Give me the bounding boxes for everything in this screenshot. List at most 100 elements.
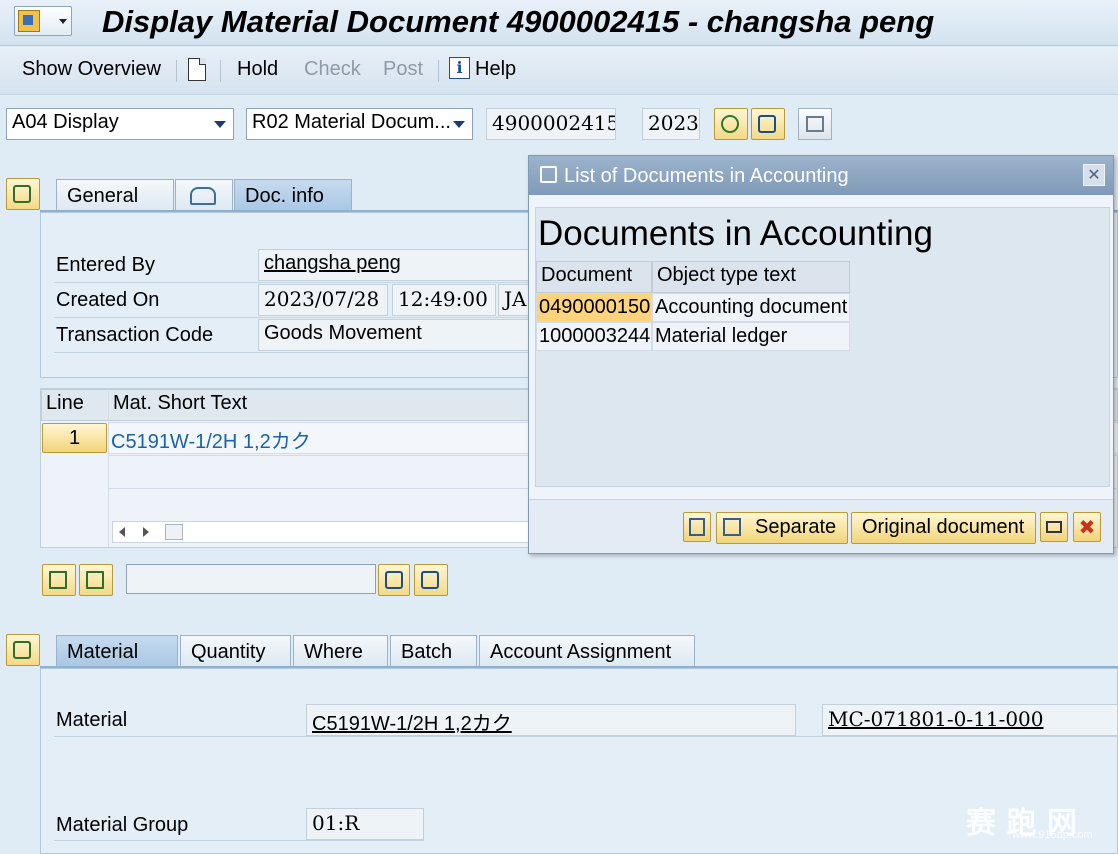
created-on-label: Created On	[56, 289, 160, 311]
tab-partners[interactable]	[175, 179, 233, 211]
watermark-url: www.915ap.com	[1012, 829, 1093, 841]
execute-button[interactable]	[714, 108, 748, 140]
material-value: C5191W-1/2H 1,2カク	[312, 713, 512, 735]
material-field[interactable]: C5191W-1/2H 1,2カク	[306, 704, 796, 736]
toolbar-separator	[438, 60, 439, 82]
document-year-field[interactable]: 2023	[642, 108, 700, 140]
system-menu-icon	[18, 10, 40, 32]
row-divider	[54, 317, 530, 318]
binoculars-icon	[758, 115, 776, 133]
column-divider	[108, 389, 109, 547]
hold-button[interactable]: Hold	[237, 58, 278, 81]
object-type-cell[interactable]: Material ledger	[652, 322, 850, 351]
document-cell[interactable]: 1000003244	[536, 322, 652, 351]
transaction-code-field[interactable]: Goods Movement	[258, 319, 530, 351]
created-time-field[interactable]: 12:49:00	[392, 284, 496, 316]
tab-account-assignment-label: Account Assignment	[490, 641, 672, 663]
application-toolbar	[0, 47, 1118, 95]
magnifier-icon	[689, 518, 705, 536]
scroll-thumb[interactable]	[165, 524, 183, 540]
material-group-field[interactable]: 01:R	[306, 808, 424, 840]
object-type-cell[interactable]: Accounting document	[652, 293, 850, 322]
printer-icon	[1046, 521, 1062, 533]
scroll-right-icon[interactable]	[143, 527, 149, 537]
new-document-icon[interactable]	[188, 58, 206, 81]
toolbar-separator	[220, 60, 221, 82]
filter-button[interactable]	[79, 564, 113, 596]
transaction-code-label: Transaction Code	[56, 324, 214, 346]
expand-icon	[13, 185, 31, 203]
column-header-document[interactable]: Document	[536, 261, 652, 293]
toggle-header-button[interactable]	[6, 178, 40, 210]
material-code-value: MC-071801-0-11-000	[828, 707, 1044, 731]
toolbar-separator	[176, 60, 177, 82]
filter-icon	[86, 571, 104, 589]
tab-batch-label: Batch	[401, 641, 453, 663]
row-divider	[54, 840, 424, 841]
tab-general-label: General	[67, 185, 139, 207]
material-code-field[interactable]: MC-071801-0-11-000	[822, 704, 1118, 736]
expand-icon	[13, 641, 31, 659]
created-extra-field[interactable]: JA	[498, 284, 530, 316]
post-button[interactable]: Post	[383, 58, 423, 81]
tab-quantity[interactable]: Quantity	[180, 635, 291, 667]
row-divider	[54, 352, 530, 353]
tab-account-assignment[interactable]: Account Assignment	[479, 635, 695, 667]
row-selector-1[interactable]: 1	[42, 423, 107, 453]
original-document-button[interactable]: Original document	[851, 512, 1036, 544]
select-all-button[interactable]	[42, 564, 76, 596]
layout-button[interactable]	[798, 108, 832, 140]
material-document-field[interactable]: 4900002415	[486, 108, 616, 140]
action-dropdown[interactable]: A04 Display	[6, 108, 234, 140]
horizontal-scrollbar[interactable]	[112, 521, 532, 543]
system-menu-button[interactable]	[14, 6, 72, 36]
columns-icon	[806, 116, 824, 132]
toggle-detail-button[interactable]	[6, 634, 40, 666]
tab-material[interactable]: Material	[56, 635, 178, 667]
dialog-heading: Documents in Accounting	[538, 214, 933, 253]
tab-where[interactable]: Where	[293, 635, 388, 667]
row-divider	[54, 282, 530, 283]
window-title: Display Material Document 4900002415 - c…	[102, 4, 935, 39]
binoculars-next-icon	[421, 571, 439, 589]
entered-by-field[interactable]: changsha peng	[258, 249, 530, 281]
close-icon[interactable]: ✕	[1083, 164, 1105, 186]
tab-quantity-label: Quantity	[191, 641, 266, 663]
show-overview-button[interactable]: Show Overview	[22, 58, 161, 81]
help-button[interactable]: Help	[475, 58, 516, 81]
tab-general[interactable]: General	[56, 179, 174, 211]
check-button[interactable]: Check	[304, 58, 361, 81]
created-date-field[interactable]: 2023/07/28	[258, 284, 388, 316]
find-next-button[interactable]	[414, 564, 448, 596]
display-doc-button[interactable]	[683, 512, 711, 542]
reference-value: R02 Material Docum...	[252, 111, 451, 133]
find-button[interactable]	[751, 108, 785, 140]
material-label: Material	[56, 709, 128, 731]
action-value: A04 Display	[12, 111, 119, 133]
material-group-label: Material Group	[56, 814, 189, 836]
cancel-button[interactable]: ✖	[1073, 512, 1101, 542]
partners-icon	[190, 187, 216, 205]
tab-where-label: Where	[304, 641, 363, 663]
dialog-window-icon	[540, 166, 557, 183]
magnifier-icon	[723, 518, 741, 536]
binoculars-icon	[385, 571, 403, 589]
tab-batch[interactable]: Batch	[390, 635, 477, 667]
print-button[interactable]	[1040, 512, 1068, 542]
entered-by-value: changsha peng	[264, 252, 401, 274]
entered-by-label: Entered By	[56, 254, 155, 276]
info-icon[interactable]: i	[449, 57, 470, 79]
tab-doc-info-label: Doc. info	[245, 185, 324, 207]
tab-doc-info[interactable]: Doc. info	[234, 179, 352, 211]
separate-button[interactable]: Separate	[716, 512, 848, 544]
search-input[interactable]	[126, 564, 376, 594]
separate-label: Separate	[755, 516, 837, 538]
tab-material-label: Material	[67, 641, 139, 663]
reference-dropdown[interactable]: R02 Material Docum...	[246, 108, 473, 140]
find-button[interactable]	[378, 564, 410, 596]
document-cell[interactable]: 0490000150	[536, 293, 652, 322]
column-header-object-type[interactable]: Object type text	[652, 261, 850, 293]
select-all-icon	[49, 571, 67, 589]
scroll-left-icon[interactable]	[119, 527, 125, 537]
column-header-line[interactable]: Line	[41, 389, 109, 421]
